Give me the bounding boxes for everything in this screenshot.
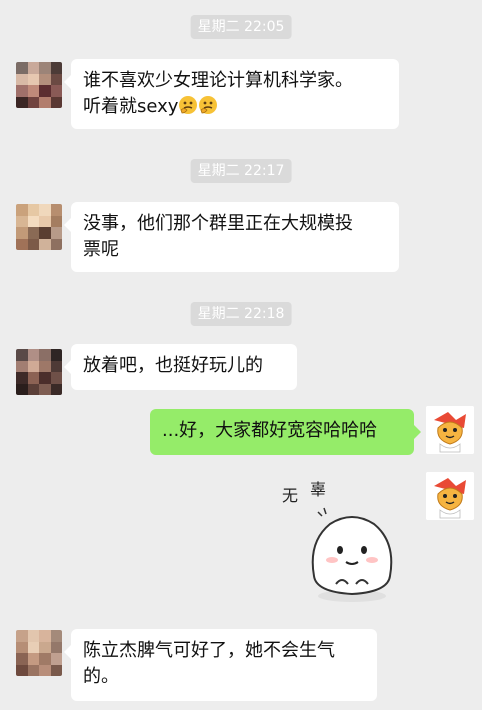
avatar[interactable]: [16, 349, 62, 395]
cartoon-avatar-icon: [426, 406, 474, 454]
avatar[interactable]: [16, 62, 62, 108]
message-text: 陈立杰脾气可好了，她不会生气: [83, 640, 335, 661]
message-text: ...好，大家都好宽容哈哈哈: [162, 420, 378, 441]
message-bubble[interactable]: 谁不喜欢少女理论计算机科学家。 听着就sexy: [64, 59, 399, 129]
sticker-innocent[interactable]: 无 辜: [272, 472, 412, 612]
avatar[interactable]: [16, 204, 62, 250]
timestamp: 星期二 22:05: [190, 15, 292, 39]
message-bubble[interactable]: 没事，他们那个群里正在大规模投 票呢: [64, 202, 399, 272]
thinking-face-icon: [179, 96, 198, 114]
timestamp: 星期二 22:18: [190, 302, 292, 326]
message-text: 谁不喜欢少女理论计算机科学家。: [83, 70, 353, 91]
message-bubble[interactable]: 放着吧，也挺好玩儿的: [64, 344, 297, 390]
self-avatar[interactable]: [426, 472, 474, 520]
cartoon-avatar-icon: [426, 472, 474, 520]
message-text: 放着吧，也挺好玩儿的: [83, 355, 263, 376]
bun-character-icon: [311, 507, 393, 602]
avatar[interactable]: [16, 630, 62, 676]
timestamp: 星期二 22:17: [190, 159, 292, 183]
message-bubble-self[interactable]: ...好，大家都好宽容哈哈哈: [150, 409, 421, 455]
self-avatar[interactable]: [426, 406, 474, 454]
thinking-face-icon: [199, 96, 218, 114]
message-text: 听着就sexy: [83, 96, 179, 117]
message-bubble[interactable]: 陈立杰脾气可好了，她不会生气 的。: [64, 629, 377, 701]
message-text: 没事，他们那个群里正在大规模投: [83, 213, 353, 234]
message-text: 票呢: [83, 239, 119, 260]
message-text: 的。: [83, 666, 119, 687]
